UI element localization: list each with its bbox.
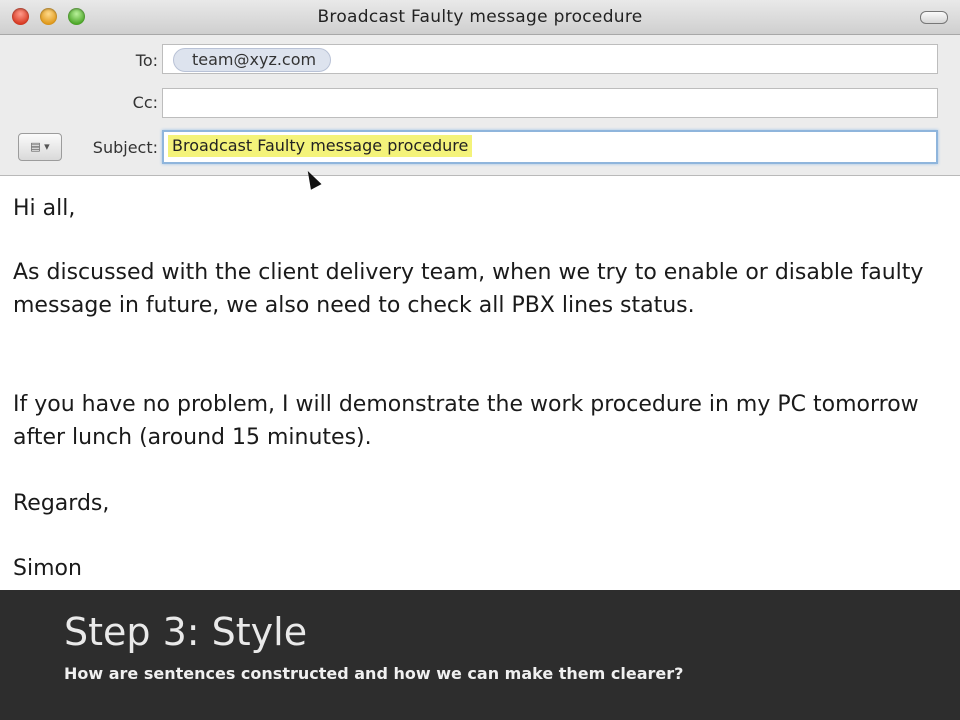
title-bar: Broadcast Faulty message procedure — [0, 0, 960, 35]
closing-regards: Regards, — [13, 491, 110, 516]
body-paragraph-2: If you have no problem, I will demonstra… — [13, 392, 919, 450]
signature: Simon — [13, 556, 82, 581]
toolbar-toggle-button[interactable] — [920, 11, 948, 24]
subject-value: Broadcast Faulty message procedure — [168, 135, 473, 157]
step-title: Step 3: Style — [64, 610, 308, 654]
cc-field[interactable] — [162, 88, 938, 118]
compose-window: Broadcast Faulty message procedure To: t… — [0, 0, 960, 590]
step-subtitle: How are sentences constructed and how we… — [64, 664, 684, 683]
greeting: Hi all, — [13, 196, 76, 221]
cc-label: Cc: — [132, 93, 158, 112]
message-header: To: team@xyz.com Cc: ▤ ▾ Subject: Broadc… — [0, 35, 960, 176]
to-label: To: — [135, 51, 158, 70]
recipient-token[interactable]: team@xyz.com — [173, 48, 332, 72]
to-field[interactable]: team@xyz.com — [162, 44, 938, 74]
account-selector-icon[interactable]: ▤ ▾ — [18, 133, 62, 161]
subject-label: Subject: — [92, 138, 158, 157]
subject-field[interactable]: Broadcast Faulty message procedure — [162, 130, 938, 164]
caption-overlay: Step 3: Style How are sentences construc… — [0, 590, 960, 720]
window-title: Broadcast Faulty message procedure — [317, 7, 643, 27]
body-paragraph-1: As discussed with the client delivery te… — [13, 260, 924, 318]
